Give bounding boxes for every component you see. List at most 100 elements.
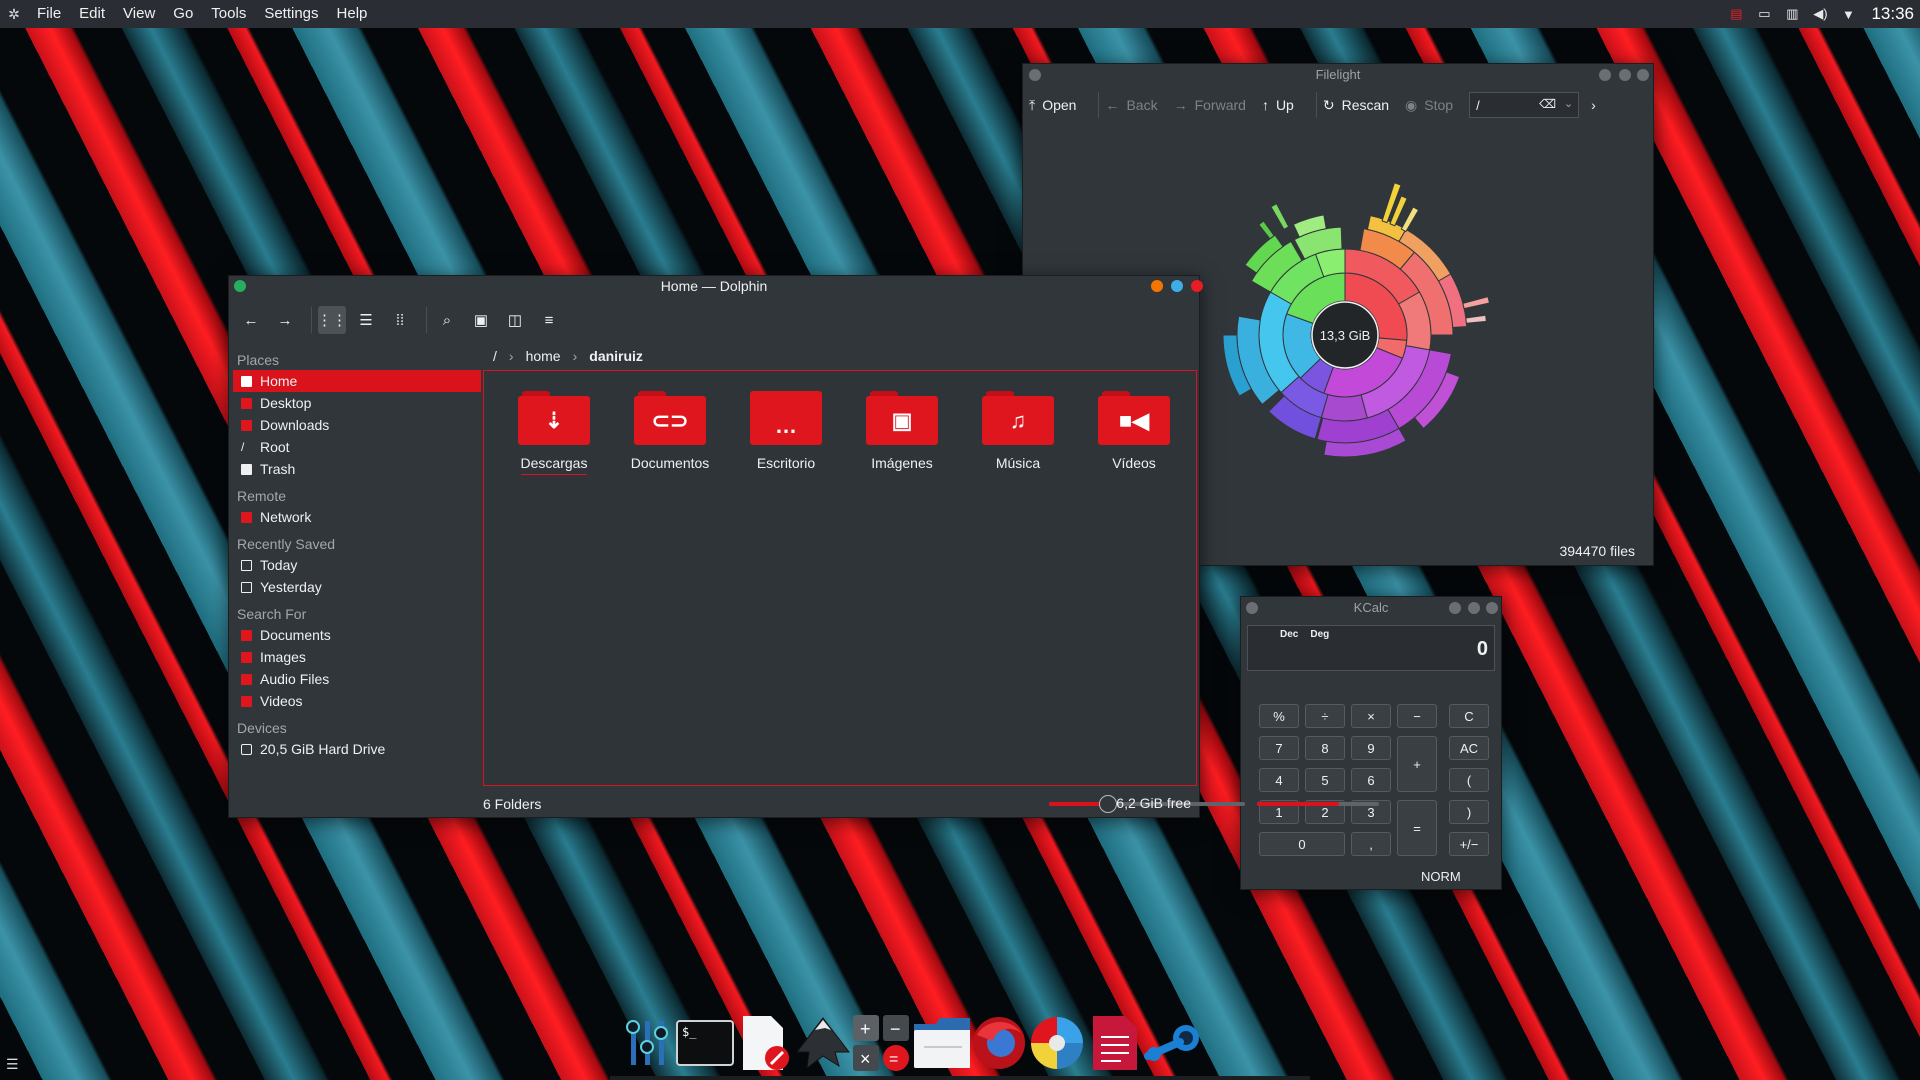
places-item-trash[interactable]: Trash <box>233 458 481 480</box>
places-item-today[interactable]: Today <box>233 554 481 576</box>
details-view-icon[interactable]: ☰ <box>352 306 380 334</box>
chevron-right-icon[interactable]: › <box>509 348 514 364</box>
key-plus-minus[interactable]: +/− <box>1449 832 1489 856</box>
menu-view[interactable]: View <box>114 0 164 28</box>
mixer-icon[interactable] <box>618 1014 676 1072</box>
back-icon[interactable]: ← <box>237 306 265 334</box>
forward-button[interactable]: → Forward <box>1174 97 1246 113</box>
key-equals[interactable]: = <box>1397 800 1437 856</box>
kcalc-titlebar[interactable]: KCalc <box>1241 597 1501 619</box>
places-item-documents[interactable]: Documents <box>233 624 481 646</box>
key-4[interactable]: 4 <box>1259 768 1299 792</box>
key-open-paren[interactable]: ( <box>1449 768 1489 792</box>
sunburst-segment[interactable] <box>1258 220 1275 240</box>
window-menu-icon[interactable] <box>1029 69 1041 81</box>
filelight-titlebar[interactable]: Filelight <box>1023 64 1653 86</box>
preview-icon[interactable]: ▣ <box>467 306 495 334</box>
maximize-button[interactable] <box>1619 69 1631 81</box>
calculator-icon[interactable]: + − × = <box>852 1014 910 1072</box>
places-item-network[interactable]: Network <box>233 506 481 528</box>
places-item-videos[interactable]: Videos <box>233 690 481 712</box>
places-item-audio[interactable]: Audio Files <box>233 668 481 690</box>
breadcrumb-current[interactable]: daniruiz <box>589 348 643 364</box>
clock[interactable]: 13:36 <box>1871 4 1914 24</box>
search-icon[interactable]: ⌕ <box>433 306 461 334</box>
breadcrumb-root[interactable]: / <box>493 348 497 364</box>
inkscape-icon[interactable] <box>794 1014 852 1072</box>
places-item-home[interactable]: Home <box>233 370 481 392</box>
hamburger-menu-icon[interactable]: ≡ <box>535 306 563 334</box>
menu-help[interactable]: Help <box>328 0 377 28</box>
menu-edit[interactable]: Edit <box>70 0 114 28</box>
rescan-button[interactable]: ↻ Rescan <box>1323 97 1389 114</box>
maximize-button[interactable] <box>1468 602 1480 614</box>
menu-settings[interactable]: Settings <box>255 0 327 28</box>
more-chevron-icon[interactable]: › <box>1591 97 1596 113</box>
key-9[interactable]: 9 <box>1351 736 1391 760</box>
key-percent[interactable]: % <box>1259 704 1299 728</box>
places-item-images[interactable]: Images <box>233 646 481 668</box>
key-6[interactable]: 6 <box>1351 768 1391 792</box>
kde-launcher-icon[interactable]: ✲ <box>0 0 28 28</box>
document-viewer-icon[interactable] <box>1086 1014 1144 1072</box>
places-item-desktop[interactable]: Desktop <box>233 392 481 414</box>
menu-file[interactable]: File <box>28 0 70 28</box>
stop-button[interactable]: ◉ Stop <box>1405 97 1453 114</box>
key-8[interactable]: 8 <box>1305 736 1345 760</box>
menu-tools[interactable]: Tools <box>202 0 255 28</box>
key-decimal[interactable]: , <box>1351 832 1391 856</box>
compact-view-icon[interactable]: ⁞⁞ <box>386 306 414 334</box>
minimize-button[interactable] <box>1151 280 1163 292</box>
file-view[interactable]: ⇣ Descargas ⊂⊃ Documentos … Escritorio ▣… <box>483 370 1197 786</box>
folder-musica[interactable]: ♫ Música <box>960 391 1076 475</box>
zoom-slider-handle[interactable] <box>1098 795 1117 813</box>
sunburst-segment[interactable] <box>1465 314 1487 324</box>
close-button[interactable] <box>1191 280 1203 292</box>
clipboard-icon[interactable]: ▥ <box>1783 6 1801 22</box>
terminal-icon[interactable]: $_ <box>676 1014 734 1072</box>
back-button[interactable]: ← Back <box>1105 97 1157 113</box>
sunburst-segment[interactable] <box>1270 203 1290 231</box>
open-button[interactable]: ⤒ Open <box>1029 97 1076 114</box>
close-button[interactable] <box>1637 69 1649 81</box>
places-item-root[interactable]: / Root <box>233 436 481 458</box>
firefox-icon[interactable] <box>970 1014 1028 1072</box>
folder-documentos[interactable]: ⊂⊃ Documentos <box>612 391 728 475</box>
sunburst-segment[interactable] <box>1462 296 1491 310</box>
steam-icon[interactable] <box>1144 1014 1202 1072</box>
key-divide[interactable]: ÷ <box>1305 704 1345 728</box>
key-close-paren[interactable]: ) <box>1449 800 1489 824</box>
text-editor-icon[interactable] <box>736 1014 794 1072</box>
clear-icon[interactable]: ⌫ <box>1539 97 1556 111</box>
key-multiply[interactable]: × <box>1351 704 1391 728</box>
key-clear[interactable]: C <box>1449 704 1489 728</box>
key-minus[interactable]: − <box>1397 704 1437 728</box>
filelight-icon[interactable] <box>1028 1014 1086 1072</box>
folder-descargas[interactable]: ⇣ Descargas <box>496 391 612 475</box>
notification-icon[interactable]: ▤ <box>1727 6 1745 22</box>
file-manager-icon[interactable] <box>912 1014 970 1072</box>
volume-icon[interactable]: ◀) <box>1811 6 1829 22</box>
folder-escritorio[interactable]: … Escritorio <box>728 391 844 475</box>
sunburst-segment[interactable] <box>1320 393 1368 422</box>
folder-videos[interactable]: ■◀ Vídeos <box>1076 391 1192 475</box>
maximize-button[interactable] <box>1171 280 1183 292</box>
path-input[interactable]: / ⌫ ⌄ <box>1469 92 1580 118</box>
window-menu-icon[interactable] <box>234 280 246 292</box>
places-item-yesterday[interactable]: Yesterday <box>233 576 481 598</box>
breadcrumb-home[interactable]: home <box>526 348 561 364</box>
key-plus[interactable]: + <box>1397 736 1437 792</box>
split-view-icon[interactable]: ◫ <box>501 306 529 334</box>
sunburst-segment[interactable] <box>1400 206 1420 233</box>
dolphin-titlebar[interactable]: Home — Dolphin <box>229 276 1203 296</box>
places-item-downloads[interactable]: Downloads <box>233 414 481 436</box>
menu-lines-icon[interactable]: ☰ <box>6 1056 19 1073</box>
key-5[interactable]: 5 <box>1305 768 1345 792</box>
window-menu-icon[interactable] <box>1246 602 1258 614</box>
key-0[interactable]: 0 <box>1259 832 1345 856</box>
minimize-button[interactable] <box>1449 602 1461 614</box>
chevron-right-icon[interactable]: › <box>573 348 578 364</box>
key-all-clear[interactable]: AC <box>1449 736 1489 760</box>
places-item-hard-drive[interactable]: 20,5 GiB Hard Drive <box>233 738 481 760</box>
forward-icon[interactable]: → <box>271 306 299 334</box>
